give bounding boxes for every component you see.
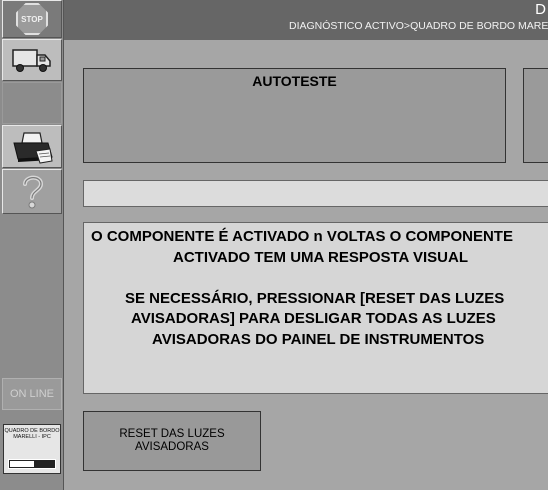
- stop-icon: STOP: [16, 3, 48, 35]
- instruction-box: O COMPONENTE É ACTIVADO n VOLTAS O COMPO…: [83, 222, 548, 394]
- instruction-text: O COMPONENTE É ACTIVADO n VOLTAS O COMPO…: [91, 227, 548, 350]
- instruction-line: O COMPONENTE É ACTIVADO n VOLTAS O COMPO…: [91, 228, 513, 245]
- help-button[interactable]: [2, 169, 62, 214]
- sidebar: STOP ON LINE QUADRO DE BORDO MARELLI - I…: [0, 0, 64, 490]
- instruction-line: AVISADORAS DO PAINEL DE INSTRUMENTOS: [152, 330, 485, 348]
- device-progress-bar: [8, 459, 56, 469]
- autotest-title: AUTOTESTE: [252, 73, 337, 89]
- status-strip: [83, 180, 548, 207]
- vehicle-button[interactable]: [2, 39, 62, 81]
- reset-button-label-line1: RESET DAS LUZES: [119, 428, 225, 440]
- printer-icon: [13, 131, 53, 164]
- online-label: ON LINE: [9, 388, 54, 400]
- autotest-panel: AUTOTESTE: [83, 68, 506, 163]
- stop-button[interactable]: STOP: [2, 0, 62, 38]
- secondary-panel: [523, 68, 548, 163]
- instruction-line: AVISADORAS] PARA DESLIGAR TODAS AS LUZES: [131, 310, 496, 327]
- device-label: QUADRO DE BORDO MARELLI - IPC: [4, 428, 60, 440]
- print-button[interactable]: [2, 125, 62, 168]
- instruction-line: ACTIVADO TEM UMA RESPOSTA VISUAL: [173, 248, 469, 266]
- instruction-line: [91, 268, 548, 289]
- truck-icon: [12, 49, 51, 72]
- stop-label: STOP: [21, 14, 43, 24]
- header: D DIAGNÓSTICO ACTIVO>QUADRO DE BORDO MAR…: [64, 0, 548, 40]
- reset-warning-lights-button[interactable]: RESET DAS LUZES AVISADORAS: [83, 411, 261, 471]
- header-title: D: [535, 1, 546, 18]
- blank-button[interactable]: [2, 82, 62, 124]
- breadcrumb: DIAGNÓSTICO ACTIVO>QUADRO DE BORDO MAREL…: [289, 20, 548, 32]
- question-mark-icon: [23, 175, 44, 208]
- online-button[interactable]: ON LINE: [2, 378, 62, 410]
- instruction-line: SE NECESSÁRIO, PRESSIONAR [RESET DAS LUZ…: [125, 289, 505, 307]
- device-status-box: QUADRO DE BORDO MARELLI - IPC: [3, 424, 61, 474]
- device-progress-fill: [10, 461, 35, 467]
- main-area: AUTOTESTE O COMPONENTE É ACTIVADO n VOLT…: [64, 40, 548, 490]
- reset-button-label-line2: AVISADORAS: [135, 441, 209, 453]
